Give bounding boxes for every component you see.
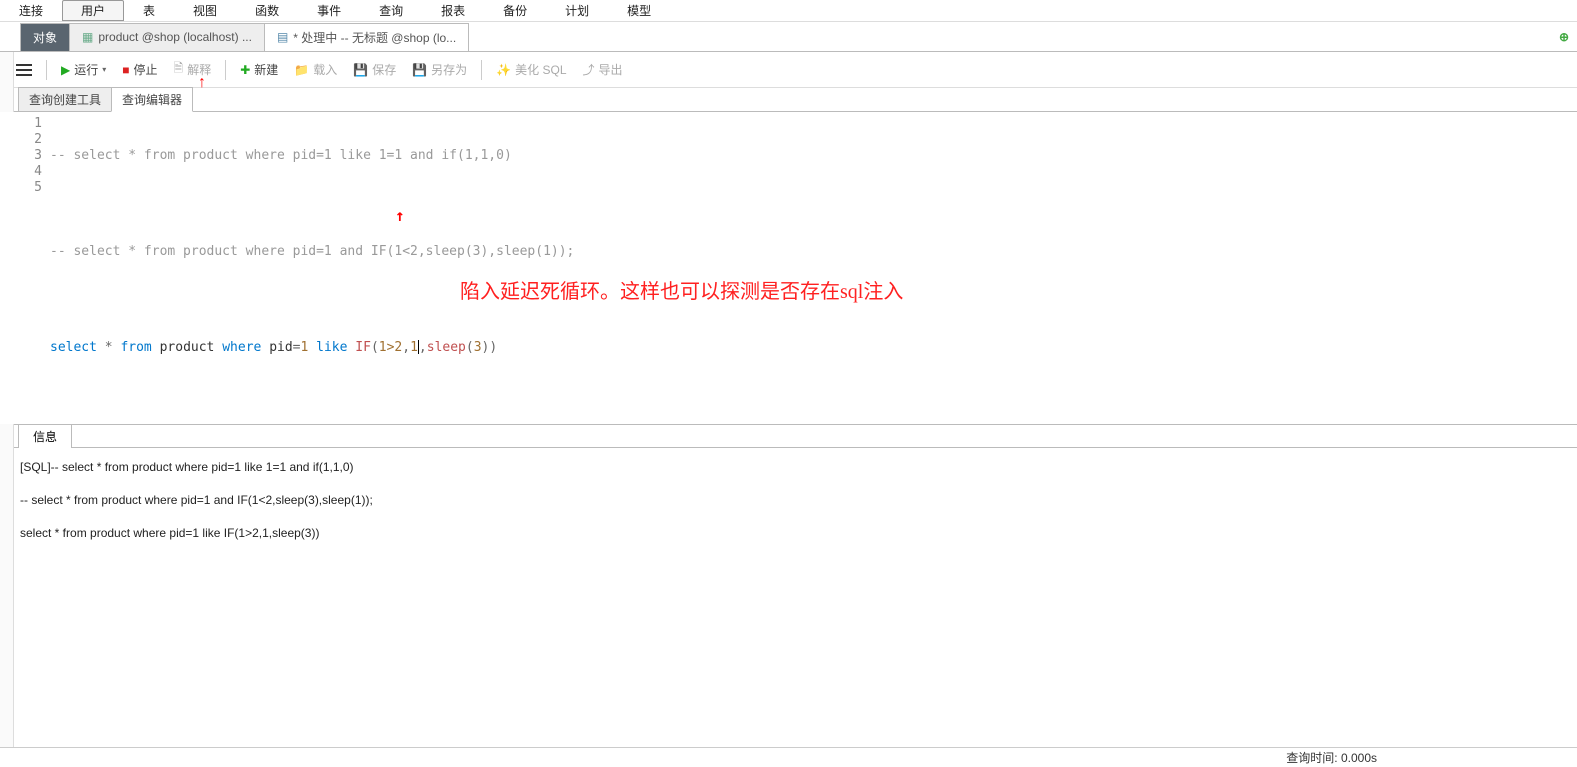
- line-number: 1: [0, 116, 42, 132]
- menu-user[interactable]: 用户: [62, 0, 124, 21]
- result-line: [SQL]-- select * from product where pid=…: [20, 458, 1557, 477]
- separator: [46, 60, 47, 80]
- tab-query-label: * 处理中 -- 无标题 @shop (lo...: [293, 29, 456, 46]
- new-label: 新建: [254, 61, 278, 78]
- result-line: -- select * from product where pid=1 and…: [20, 491, 1557, 510]
- menu-schedule[interactable]: 计划: [546, 0, 608, 21]
- code-line-1: -- select * from product where pid=1 lik…: [50, 148, 1577, 164]
- line-number: 4: [0, 164, 42, 180]
- annotation-arrow-1: ↑: [198, 74, 206, 92]
- line-number: 2: [0, 132, 42, 148]
- status-bar: 查询时间: 0.000s: [0, 747, 1577, 767]
- load-label: 载入: [313, 61, 337, 78]
- save-label: 保存: [372, 61, 396, 78]
- menu-function[interactable]: 函数: [236, 0, 298, 21]
- run-button[interactable]: ▶ 运行 ▾: [55, 57, 112, 82]
- chevron-down-icon: ▾: [102, 65, 106, 74]
- annotation-arrow-2: ↑: [395, 208, 405, 224]
- subtab-editor[interactable]: 查询编辑器: [111, 87, 193, 112]
- export-label: 导出: [599, 61, 623, 78]
- line-gutter: 1 2 3 4 5: [0, 112, 50, 424]
- menu-report[interactable]: 报表: [422, 0, 484, 21]
- line-number: 5: [0, 180, 42, 196]
- result-line: select * from product where pid=1 like I…: [20, 524, 1557, 543]
- menu-model[interactable]: 模型: [608, 0, 670, 21]
- tab-query-running[interactable]: ▤ * 处理中 -- 无标题 @shop (lo...: [264, 23, 469, 51]
- load-button[interactable]: 📁 载入: [288, 57, 343, 82]
- subtab-builder[interactable]: 查询创建工具: [18, 87, 112, 111]
- save-icon: 💾: [353, 63, 368, 77]
- run-label: 运行: [74, 61, 98, 78]
- new-button[interactable]: ✚ 新建: [234, 57, 284, 82]
- save-button[interactable]: 💾 保存: [347, 57, 402, 82]
- line-number: 3: [0, 148, 42, 164]
- tab-objects[interactable]: 对象: [20, 23, 70, 51]
- hamburger-menu[interactable]: [10, 58, 38, 82]
- explain-icon: 🗎: [174, 59, 184, 80]
- stop-icon: ■: [122, 63, 129, 77]
- folder-icon: 📁: [294, 63, 309, 77]
- menu-bar: 连接 用户 表 视图 函数 事件 查询 报表 备份 计划 模型: [0, 0, 1577, 22]
- query-icon: ▤: [277, 30, 288, 44]
- export-button[interactable]: ⤴ 导出: [577, 57, 629, 82]
- menu-connection[interactable]: 连接: [0, 0, 62, 21]
- beautify-label: 美化 SQL: [515, 61, 566, 78]
- menu-view[interactable]: 视图: [174, 0, 236, 21]
- separator: [481, 60, 482, 80]
- table-icon: ▦: [82, 30, 93, 44]
- stop-label: 停止: [134, 61, 158, 78]
- menu-table[interactable]: 表: [124, 0, 174, 21]
- plus-icon: ⊕: [1559, 30, 1569, 44]
- menu-query[interactable]: 查询: [360, 0, 422, 21]
- tab-bar: 对象 ▦ product @shop (localhost) ... ▤ * 处…: [0, 22, 1577, 52]
- menu-event[interactable]: 事件: [298, 0, 360, 21]
- result-panel: [SQL]-- select * from product where pid=…: [0, 448, 1577, 738]
- saveas-icon: 💾: [412, 63, 427, 77]
- new-tab-button[interactable]: ⊕: [1555, 28, 1573, 46]
- code-line-5: select * from product where pid=1 like I…: [50, 340, 1577, 356]
- beautify-button[interactable]: ✨ 美化 SQL: [490, 57, 572, 82]
- saveas-button[interactable]: 💾 另存为: [406, 57, 473, 82]
- new-icon: ✚: [240, 63, 250, 77]
- tab-product-label: product @shop (localhost) ...: [98, 30, 252, 44]
- status-query-time: 查询时间: 0.000s: [1286, 749, 1377, 766]
- wand-icon: ✨: [496, 63, 511, 77]
- play-icon: ▶: [61, 63, 70, 77]
- saveas-label: 另存为: [431, 61, 467, 78]
- separator: [225, 60, 226, 80]
- annotation-text: 陷入延迟死循环。这样也可以探测是否存在sql注入: [460, 284, 903, 300]
- sql-editor[interactable]: 1 2 3 4 5 -- select * from product where…: [0, 112, 1577, 424]
- stop-button[interactable]: ■ 停止: [116, 57, 163, 82]
- toolbar: ▶ 运行 ▾ ■ 停止 🗎 解释 ✚ 新建 📁 载入 💾 保存 💾 另存为 ✨ …: [0, 52, 1577, 88]
- menu-backup[interactable]: 备份: [484, 0, 546, 21]
- tab-product[interactable]: ▦ product @shop (localhost) ...: [69, 23, 265, 51]
- code-line-3: -- select * from product where pid=1 and…: [50, 244, 1577, 260]
- subtab-bar: 查询创建工具 查询编辑器: [0, 88, 1577, 112]
- explain-button[interactable]: 🗎 解释: [168, 55, 218, 84]
- export-icon: ⤴: [583, 61, 595, 78]
- code-line-2: [50, 196, 1577, 212]
- text-cursor: [418, 340, 419, 354]
- code-area[interactable]: -- select * from product where pid=1 lik…: [50, 112, 1577, 424]
